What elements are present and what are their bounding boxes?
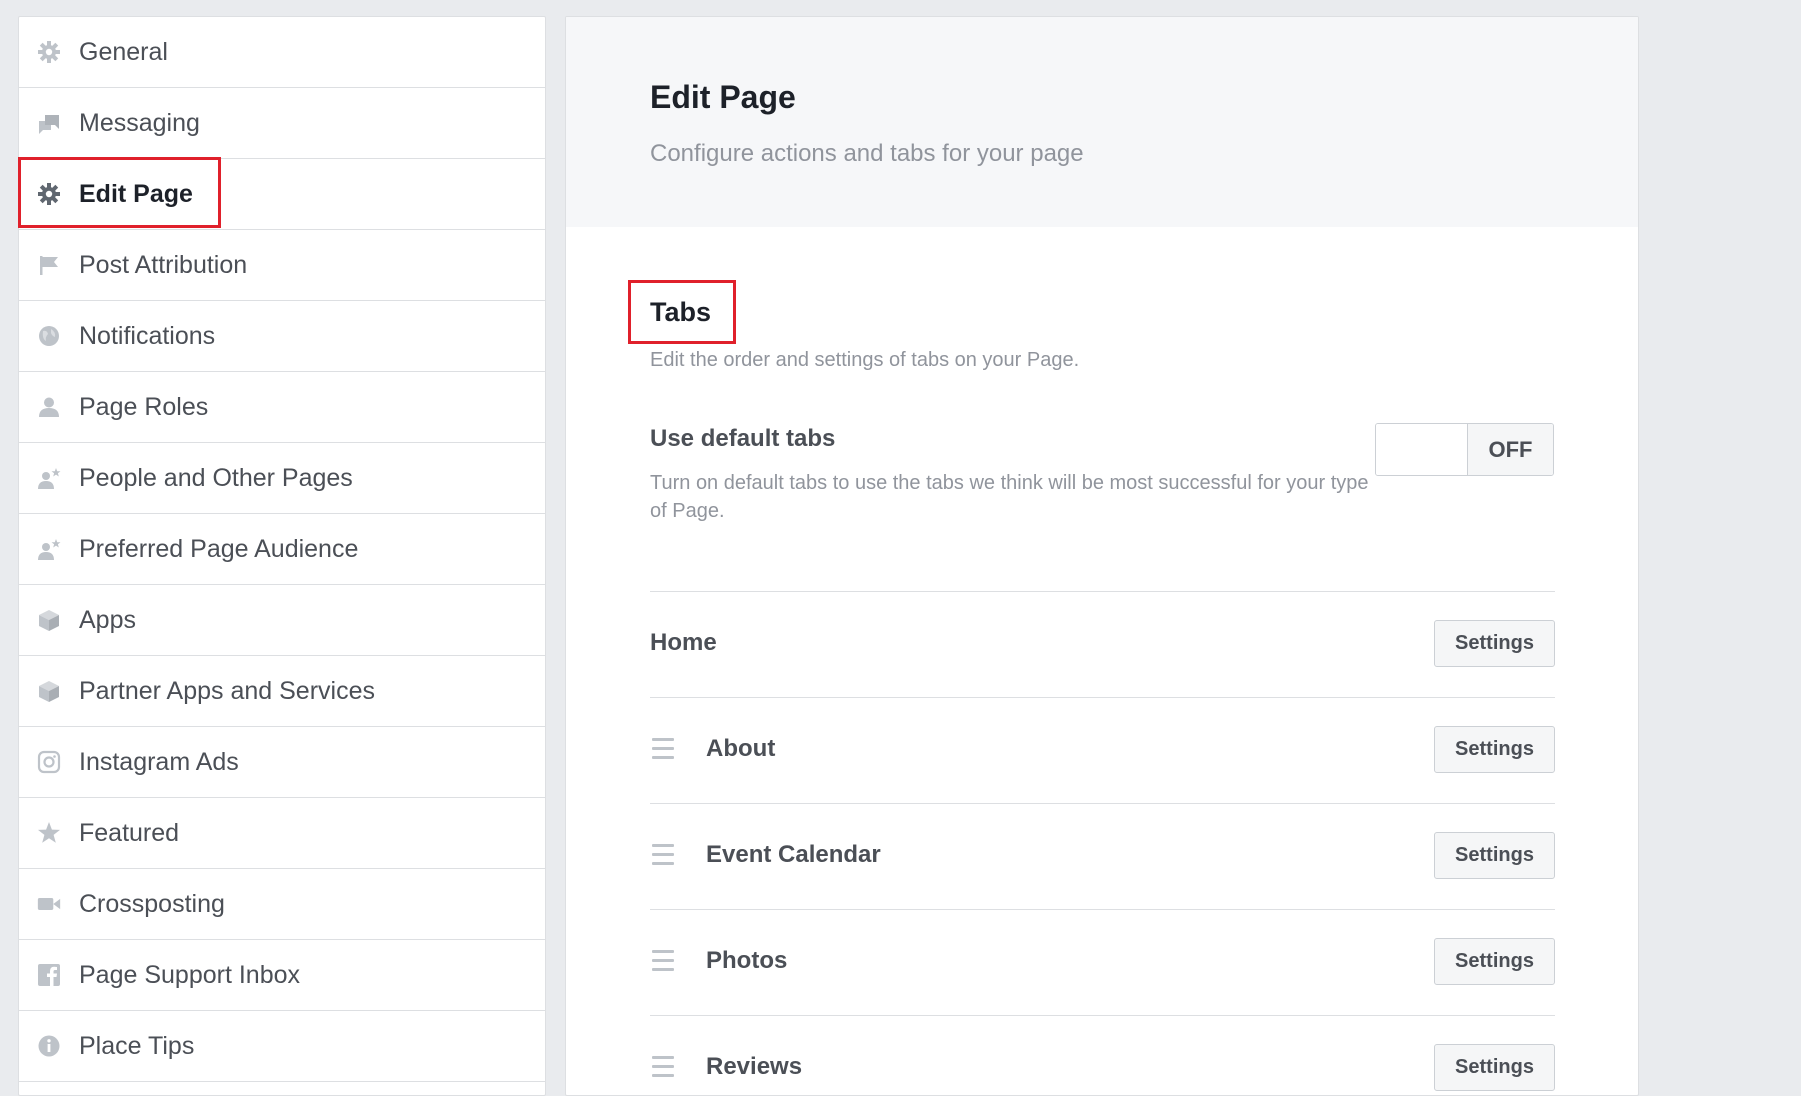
panel-header: Edit Page Configure actions and tabs for… [566,17,1638,227]
info-icon [37,1034,61,1058]
settings-sidebar: General Messaging Edit Page Post Attribu… [18,16,546,1096]
tab-name: Photos [706,947,788,974]
sidebar-item-label: Page Support Inbox [79,960,300,989]
tabs-section-description: Edit the order and settings of tabs on y… [650,349,1080,371]
person-icon [37,395,61,419]
page-subtitle: Configure actions and tabs for your page [650,140,1084,167]
sidebar-item-label: Page Roles [79,392,209,421]
drag-handle-icon[interactable] [652,1056,674,1080]
video-camera-icon [37,892,61,916]
sidebar-item-place-tips[interactable]: Place Tips [19,1011,545,1082]
messages-icon [37,111,61,135]
drag-handle-icon[interactable] [652,950,674,974]
sidebar-item-instagram-ads[interactable]: Instagram Ads [19,727,545,798]
about-settings-button[interactable]: Settings [1434,726,1555,773]
sidebar-item-page-support-inbox[interactable]: Page Support Inbox [19,940,545,1011]
sidebar-item-label: Place Tips [79,1031,195,1060]
photos-settings-button[interactable]: Settings [1434,938,1555,985]
default-tabs-description: Turn on default tabs to use the tabs we … [650,472,1369,522]
sidebar-item-label: Messaging [79,108,200,137]
drag-handle-icon[interactable] [652,738,674,762]
reviews-settings-button[interactable]: Settings [1434,1044,1555,1091]
drag-handle-icon[interactable] [652,844,674,868]
tab-name: Reviews [706,1053,803,1080]
globe-icon [37,324,61,348]
sidebar-item-edit-page[interactable]: Edit Page [18,157,545,230]
tab-row-about[interactable]: About Settings [650,697,1555,803]
sidebar-item-apps[interactable]: Apps [19,585,545,656]
edit-page-panel: Edit Page Configure actions and tabs for… [565,16,1639,1096]
cube-icon [37,608,61,632]
toggle-state-label[interactable]: OFF [1468,424,1553,475]
flag-icon [37,253,61,277]
tab-row-reviews[interactable]: Reviews Settings [650,1015,1555,1095]
tab-name: Home [650,629,717,656]
person-star-icon [37,537,61,561]
tab-row-event-calendar[interactable]: Event Calendar Settings [650,803,1555,909]
tab-row-photos[interactable]: Photos Settings [650,909,1555,1015]
sidebar-item-label: Instagram Ads [79,747,239,776]
sidebar-item-label: General [79,37,168,66]
home-settings-button[interactable]: Settings [1434,620,1555,667]
sidebar-item-label: Post Attribution [79,250,248,279]
star-icon [37,821,61,845]
tab-row-home: Home Settings [650,591,1555,697]
sidebar-item-label: Edit Page [79,179,193,208]
sidebar-item-partner-apps[interactable]: Partner Apps and Services [19,656,545,727]
sidebar-item-label: Notifications [79,321,216,350]
sidebar-item-post-attribution[interactable]: Post Attribution [19,230,545,301]
default-tabs-title: Use default tabs [650,425,836,452]
sidebar-item-messaging[interactable]: Messaging [19,88,545,159]
tabs-section-heading: Tabs [650,297,712,327]
person-star-icon [37,466,61,490]
sidebar-item-label: People and Other Pages [79,463,353,492]
instagram-icon [37,750,61,774]
default-tabs-toggle[interactable]: OFF [1375,423,1554,476]
cube-icon [37,679,61,703]
sidebar-item-label: Apps [79,605,136,634]
sidebar-item-people-and-other-pages[interactable]: People and Other Pages [19,443,545,514]
sidebar-item-label: Preferred Page Audience [79,534,359,563]
gear-icon [37,182,61,206]
sidebar-item-page-roles[interactable]: Page Roles [19,372,545,443]
sidebar-item-label: Featured [79,818,180,847]
sidebar-item-crossposting[interactable]: Crossposting [19,869,545,940]
sidebar-item-featured[interactable]: Featured [19,798,545,869]
tab-name: About [706,735,776,762]
toggle-track[interactable] [1376,424,1468,475]
gear-icon [37,40,61,64]
sidebar-item-preferred-page-audience[interactable]: Preferred Page Audience [19,514,545,585]
tab-name: Event Calendar [706,841,881,868]
facebook-icon [37,963,61,987]
tab-list: Home Settings About Settings Event Calen… [650,591,1555,1095]
event-calendar-settings-button[interactable]: Settings [1434,832,1555,879]
page-title: Edit Page [650,79,796,115]
sidebar-item-notifications[interactable]: Notifications [19,301,545,372]
sidebar-item-label: Crossposting [79,889,225,918]
sidebar-item-general[interactable]: General [19,17,545,88]
sidebar-item-label: Partner Apps and Services [79,676,375,705]
